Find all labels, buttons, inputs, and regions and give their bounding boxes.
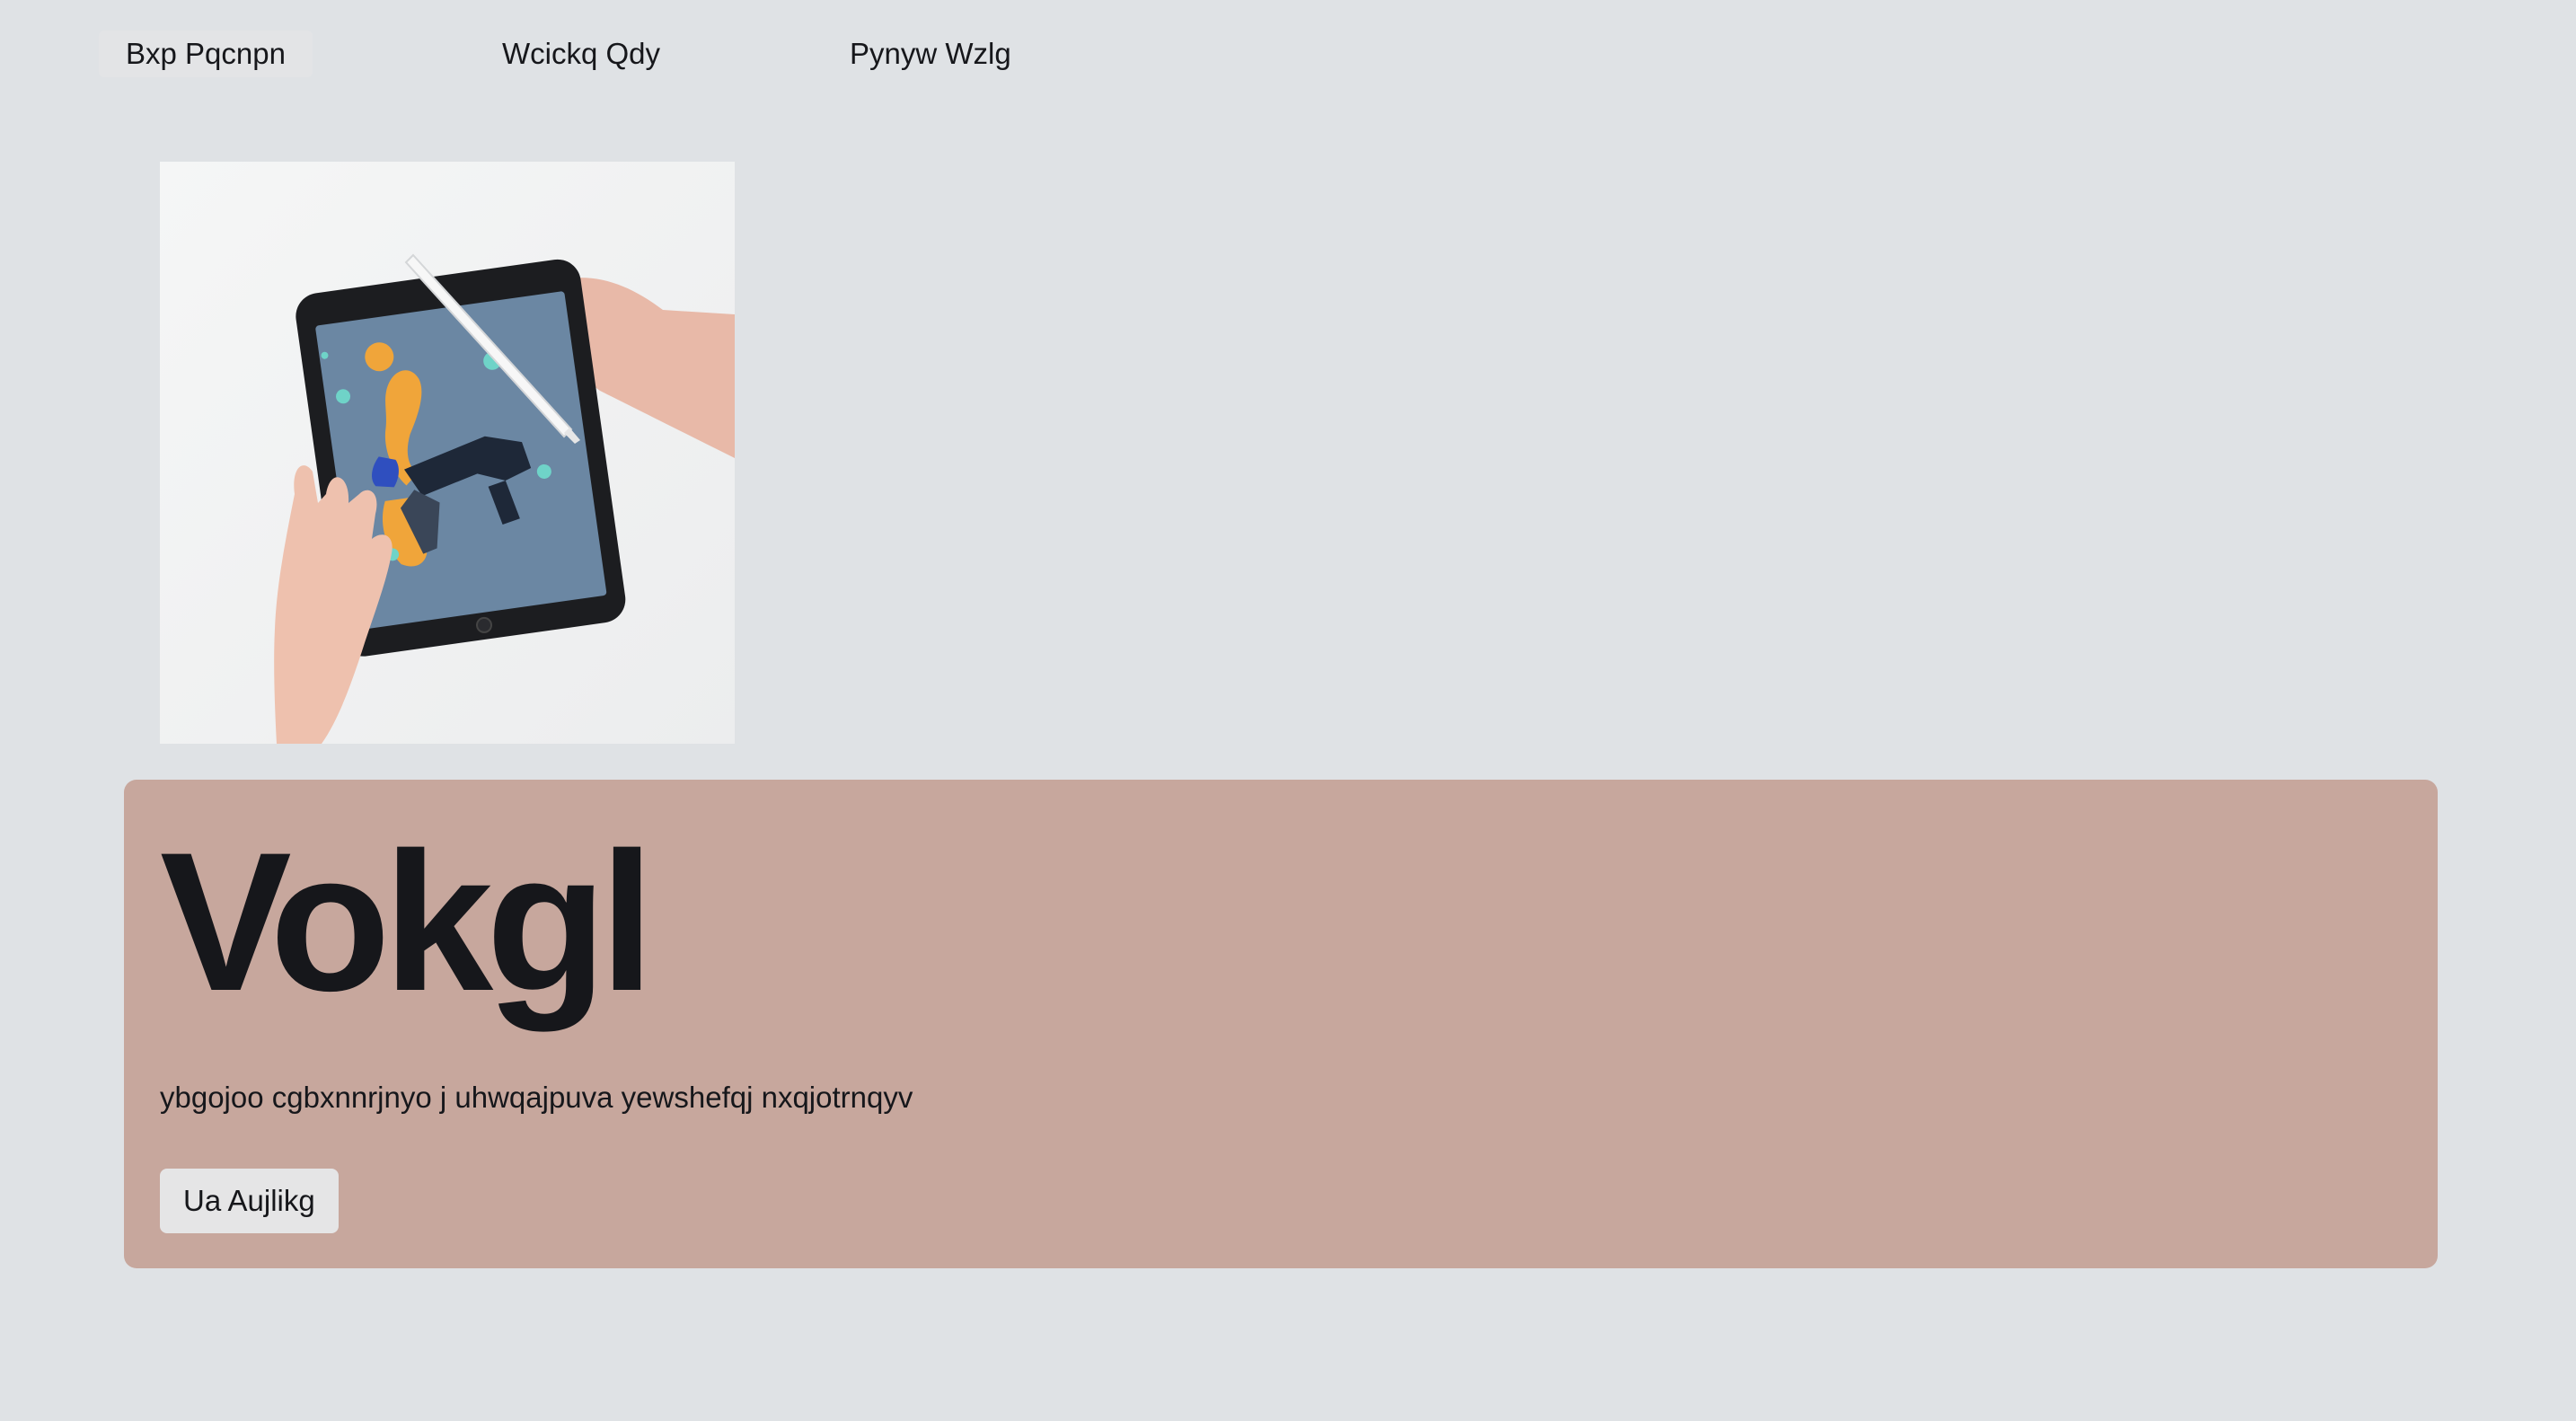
nav-link-wcickq-qdy[interactable]: Wcickq Qdy	[475, 31, 687, 77]
card-action-button[interactable]: Ua Aujlikg	[160, 1169, 339, 1233]
nav-link-pynyw-wzlg[interactable]: Pynyw Wzlg	[823, 31, 1038, 77]
card-title: Vokgl	[160, 811, 655, 1032]
hero-image	[160, 162, 735, 744]
nav-link-bxp-pqcnpn[interactable]: Bxp Pqcnpn	[99, 31, 313, 77]
card-description: ybgojoo cgbxnnrjnyo j uhwqajpuva yewshef…	[160, 1081, 913, 1114]
tablet-drawing-photo	[160, 162, 735, 744]
hero-card: Vokgl ybgojoo cgbxnnrjnyo j uhwqajpuva y…	[124, 780, 2438, 1268]
